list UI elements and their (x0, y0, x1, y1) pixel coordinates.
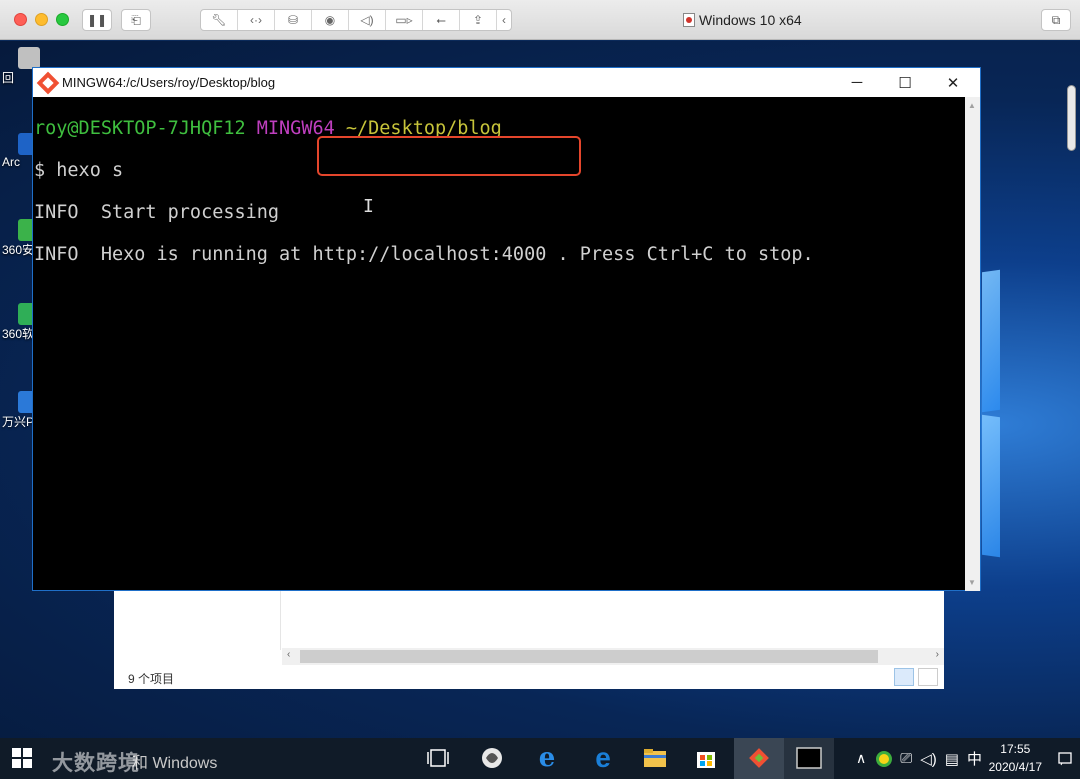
internet-explorer-icon[interactable]: e (533, 743, 561, 773)
chevron-left-icon[interactable]: ‹ (497, 10, 511, 30)
snapshot-icon[interactable]: ⎗ (121, 9, 151, 31)
output-prefix: INFO Hexo is running at (34, 244, 313, 265)
usb-icon[interactable]: ⭠ (423, 10, 460, 30)
git-icon (36, 71, 60, 94)
message-icon[interactable]: ▤ (945, 750, 959, 768)
share-icon[interactable]: ⇪ (460, 10, 497, 30)
terminal-window: MINGW64:/c/Users/roy/Desktop/blog ─ ☐ ✕ … (32, 67, 981, 591)
file-explorer-window: ‹ › 9 个项目 (114, 588, 944, 689)
scrollbar-thumb[interactable] (300, 650, 878, 663)
vm-title: Windows 10 x64 (683, 12, 802, 28)
video-icon[interactable]: ▭▹ (386, 10, 423, 30)
swirl-app-icon[interactable] (478, 744, 506, 772)
prompt-user: roy@DESKTOP-7JHQF12 (34, 118, 246, 139)
server-url[interactable]: http://localhost:4000 (312, 244, 546, 265)
minimize-button[interactable]: ─ (834, 68, 880, 97)
minimize-window-button[interactable] (35, 13, 48, 26)
start-icon[interactable] (8, 744, 36, 772)
sound-icon[interactable]: ◁) (349, 10, 386, 30)
text-cursor-icon: I (363, 196, 374, 217)
disk-icon[interactable]: ⛁ (275, 10, 312, 30)
taskbar: 和 Windows 大数跨境 e e ∧ ⎚ ◁) ▤ 中 17:55 2020… (0, 738, 1080, 779)
vm-doc-icon (683, 13, 695, 27)
task-view-icon[interactable] (424, 744, 452, 772)
clock-time: 17:55 (1000, 742, 1031, 756)
edge-icon[interactable]: e (589, 742, 617, 773)
output-suffix: . Press Ctrl+C to stop. (546, 244, 814, 265)
vm-scrollbar[interactable] (1067, 85, 1076, 151)
watermark-text: 大数跨境 (52, 752, 140, 775)
close-window-button[interactable] (14, 13, 27, 26)
maximize-button[interactable]: ☐ (882, 68, 928, 97)
notification-icon[interactable] (1052, 738, 1078, 779)
large-icons-view-icon[interactable] (918, 668, 938, 686)
output-line: INFO Start processing (34, 202, 280, 223)
scroll-up-icon[interactable]: ▲ (968, 101, 976, 110)
details-view-icon[interactable] (894, 668, 914, 686)
recycle-bin-image (18, 47, 40, 69)
close-button[interactable]: ✕ (930, 68, 976, 97)
folder-icon[interactable] (641, 744, 669, 772)
input-method-indicator[interactable]: 中 (967, 748, 982, 769)
system-tray: ∧ ⎚ ◁) ▤ 中 (856, 738, 982, 779)
scroll-left-icon[interactable]: ‹ (287, 649, 290, 660)
volume-icon[interactable]: ◁) (920, 750, 937, 768)
git-bash-icon[interactable] (745, 744, 773, 772)
search-text: 和 Windows (132, 755, 218, 772)
restore-icon[interactable]: ⧉ (1041, 9, 1071, 31)
horizontal-scrollbar[interactable]: ‹ › (282, 648, 944, 665)
wrench-icon[interactable]: 🔧︎ (201, 10, 238, 30)
network-icon[interactable]: ⎚ (900, 750, 912, 767)
url-highlight-box (317, 136, 581, 176)
windows-logo-pane (982, 414, 1000, 558)
security-tray-icon[interactable] (876, 750, 893, 767)
windows-logo-pane (982, 269, 1000, 413)
scroll-down-icon[interactable]: ▼ (968, 578, 976, 587)
pause-icon[interactable]: ❚❚ (82, 9, 112, 31)
code-icon[interactable]: ‹·› (238, 10, 275, 30)
device-toolbar: 🔧︎ ‹·› ⛁ ◉ ◁) ▭▹ ⭠ ⇪ ‹ (200, 9, 512, 31)
clock-date: 2020/4/17 (988, 760, 1042, 774)
vm-toolbar: ❚❚ ⎗ 🔧︎ ‹·› ⛁ ◉ ◁) ▭▹ ⭠ ⇪ ‹ Windows 10 x… (0, 0, 1080, 40)
item-count-status: 9 个项目 (128, 672, 175, 686)
pane-divider (280, 588, 281, 650)
clock[interactable]: 17:55 2020/4/17 (989, 740, 1042, 776)
vm-title-text: Windows 10 x64 (699, 12, 802, 28)
terminal-icon[interactable] (795, 744, 823, 772)
terminal-titlebar[interactable]: MINGW64:/c/Users/roy/Desktop/blog ─ ☐ ✕ (33, 68, 980, 97)
output-line: INFO Hexo is running at http://localhost… (34, 244, 966, 265)
fullscreen-window-button[interactable] (56, 13, 69, 26)
scroll-right-icon[interactable]: › (936, 649, 939, 660)
vertical-scrollbar[interactable]: ▲ ▼ (965, 97, 980, 591)
tray-caret-icon[interactable]: ∧ (856, 750, 866, 767)
camera-icon[interactable]: ◉ (312, 10, 349, 30)
store-icon[interactable] (692, 744, 720, 772)
terminal-title: MINGW64:/c/Users/roy/Desktop/blog (62, 75, 276, 90)
